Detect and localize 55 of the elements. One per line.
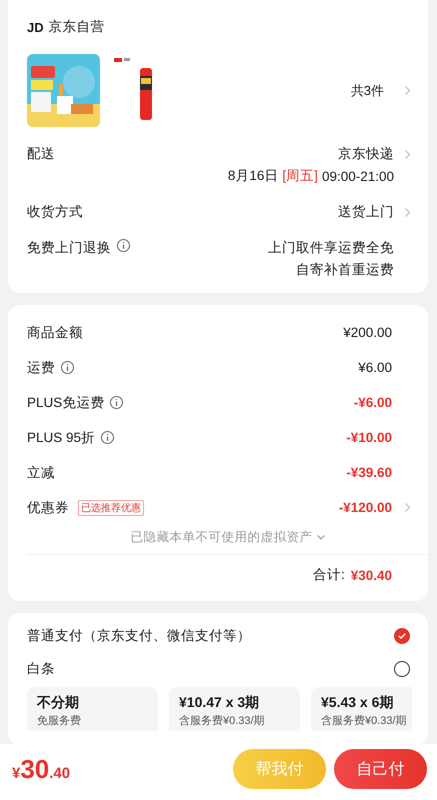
price-label: 运费	[27, 358, 55, 376]
plan-title: ¥5.43 x 6期	[321, 694, 394, 712]
price-label: PLUS 95折	[27, 428, 96, 446]
info-icon[interactable]	[101, 431, 114, 444]
pay-button[interactable]: 自己付	[334, 749, 427, 789]
total-fraction: .40	[49, 764, 70, 782]
subtotal-value: ¥30.40	[350, 568, 392, 582]
total-integer: 30	[20, 754, 50, 784]
item-count[interactable]: 共3件	[350, 82, 384, 100]
chevron-right-icon	[405, 503, 410, 512]
info-icon[interactable]	[117, 239, 130, 252]
shop-name: 京东自营	[48, 18, 105, 36]
subtotal-label: 合计:	[312, 566, 345, 584]
chevron-down-icon	[316, 535, 324, 540]
check-icon	[398, 632, 406, 638]
price-value: -¥10.00	[346, 430, 392, 445]
row-label: 收货方式	[27, 203, 83, 221]
coupon-tag: 已选推荐优惠	[78, 500, 144, 516]
row-value: 上门取件享运费全免	[268, 239, 394, 257]
installment-option[interactable]: ¥10.47 x 3期 含服务费¥0.33/期	[169, 687, 300, 731]
price-value: -¥6.00	[354, 395, 392, 410]
row-label: 免费上门退换	[27, 239, 111, 257]
installment-option[interactable]: 不分期 免服务费	[27, 687, 158, 731]
plan-note: 含服务费¥0.33/期	[179, 714, 266, 728]
plan-note: 免服务费	[37, 714, 82, 728]
plan-title: 不分期	[37, 694, 80, 712]
row-label: 配送	[27, 145, 55, 163]
row-value[interactable]: 京东快递	[338, 145, 394, 163]
price-label: 立减	[27, 464, 55, 482]
info-icon[interactable]	[110, 396, 124, 409]
installment-option[interactable]: ¥5.43 x 6期 含服务费¥0.33/期	[311, 687, 412, 731]
price-label: PLUS免运费	[27, 394, 104, 412]
info-icon[interactable]	[61, 361, 74, 374]
radio-button[interactable]	[394, 660, 410, 676]
chevron-right-icon	[405, 150, 410, 158]
chevron-right-icon	[405, 208, 410, 216]
payment-option[interactable]: 普通支付（京东支付、微信支付等）	[27, 626, 251, 644]
price-label: 优惠券	[27, 498, 69, 516]
delivery-time: 09:00-21:00	[322, 168, 394, 184]
radio-button[interactable]	[394, 628, 410, 644]
delivery-date: 8月16日	[228, 167, 278, 185]
price-label: 商品金额	[27, 324, 83, 342]
plan-title: ¥10.47 x 3期	[179, 694, 260, 712]
total-currency: ¥	[12, 764, 20, 782]
shop-logo: JD	[27, 20, 44, 34]
price-value: -¥120.00	[338, 500, 392, 515]
row-value[interactable]: 送货上门	[338, 203, 394, 221]
payment-option[interactable]: 白条	[27, 660, 55, 678]
plan-note: 含服务费¥0.33/期	[321, 714, 408, 728]
delivery-weekday: [周五]	[282, 167, 318, 185]
price-value: -¥39.60	[346, 465, 392, 480]
price-value: ¥200.00	[343, 325, 392, 340]
row-value: 自寄补首重运费	[296, 261, 394, 279]
chevron-right-icon	[405, 86, 410, 95]
price-value: ¥6.00	[358, 360, 392, 375]
